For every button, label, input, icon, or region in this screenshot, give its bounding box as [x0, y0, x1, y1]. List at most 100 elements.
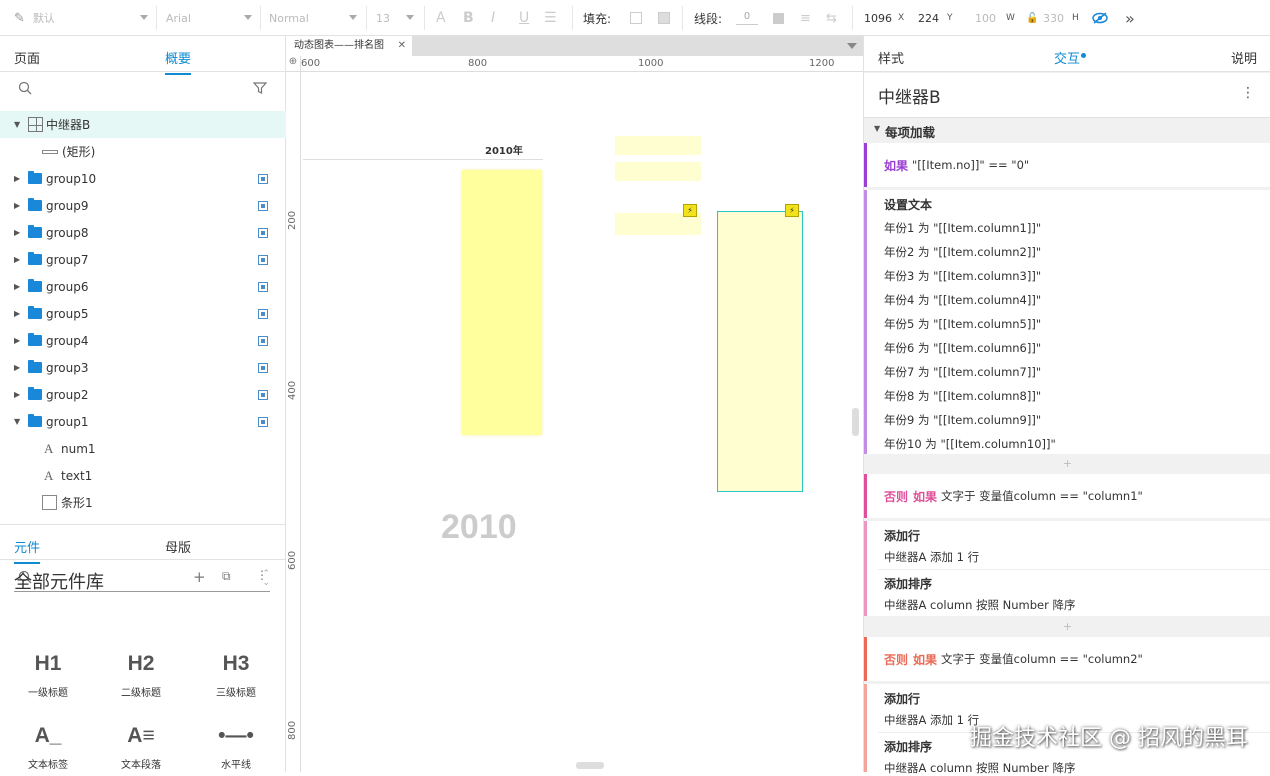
year-label[interactable]: 2010年 — [485, 142, 523, 157]
visibility-toggle[interactable] — [258, 309, 268, 319]
widget-item[interactable]: H2二级标题 — [111, 652, 171, 699]
action-line[interactable]: 年份10 为 "[[Item.column10]]" — [884, 436, 1056, 452]
tab-dropdown-icon[interactable] — [847, 43, 857, 49]
underline-button[interactable]: U — [519, 0, 529, 36]
case-3-header[interactable]: 否则 如果 文字于 变量值column == "column2" — [864, 637, 1270, 681]
caret-right-icon[interactable]: ▶ — [14, 228, 20, 237]
caret-right-icon[interactable]: ▶ — [14, 174, 20, 183]
visibility-toggle[interactable] — [258, 201, 268, 211]
caret-down-icon[interactable]: ▼ — [14, 120, 20, 129]
ruler-origin-icon[interactable]: ⊕ — [286, 56, 301, 72]
y-input[interactable]: 224Y — [918, 0, 953, 36]
action-line[interactable]: 年份2 为 "[[Item.column2]]" — [884, 244, 1041, 260]
tree-item[interactable]: ▼group1 — [0, 408, 286, 435]
tab-style[interactable]: 样式 — [878, 48, 904, 67]
horizontal-scrollbar[interactable] — [576, 762, 604, 769]
widget-item[interactable]: H3三级标题 — [206, 652, 266, 699]
action-line[interactable]: 年份3 为 "[[Item.column3]]" — [884, 268, 1041, 284]
add-case-button[interactable]: + — [864, 618, 1270, 636]
search-icon[interactable] — [18, 81, 32, 95]
tab-masters[interactable]: 母版 — [165, 537, 191, 556]
caret-right-icon[interactable]: ▶ — [14, 282, 20, 291]
caret-right-icon[interactable]: ▶ — [14, 201, 20, 210]
tree-item[interactable]: ▼中继器B — [0, 111, 286, 138]
tree-item[interactable]: ▶group5 — [0, 300, 286, 327]
widget-item[interactable]: •—•水平线 — [206, 724, 266, 771]
visibility-toggle[interactable] — [258, 363, 268, 373]
stroke-style-button[interactable]: ≡ — [800, 0, 811, 36]
tree-item[interactable]: ▶group8 — [0, 219, 286, 246]
action-line[interactable]: 年份4 为 "[[Item.column4]]" — [884, 292, 1041, 308]
tab-pages[interactable]: 页面 — [14, 48, 40, 67]
visibility-toggle[interactable] — [258, 390, 268, 400]
w-input[interactable]: 100W — [975, 0, 1015, 36]
caret-right-icon[interactable]: ▶ — [14, 255, 20, 264]
close-icon[interactable]: ✕ — [398, 36, 406, 56]
more-vertical-icon[interactable]: ⋮ — [1241, 85, 1255, 101]
event-header[interactable]: ▼ 每项加载 — [864, 117, 1270, 141]
visibility-toggle[interactable] — [258, 228, 268, 238]
bold-button[interactable]: B — [463, 0, 474, 36]
tree-item[interactable]: Atext1 — [0, 462, 286, 489]
visibility-toggle[interactable] — [258, 336, 268, 346]
h-input[interactable]: 330H — [1043, 0, 1079, 36]
visibility-toggle[interactable] — [258, 282, 268, 292]
visibility-toggle[interactable] — [258, 417, 268, 427]
action-title[interactable]: 添加行 — [884, 690, 920, 707]
action-set-text[interactable]: 设置文本 年份1 为 "[[Item.column1]]"年份2 为 "[[It… — [864, 190, 1270, 454]
tree-item[interactable]: ▶group10 — [0, 165, 286, 192]
widget-item[interactable]: A≡文本段落 — [111, 724, 171, 771]
tree-item[interactable]: ▶group9 — [0, 192, 286, 219]
lightning-icon[interactable]: ⚡ — [683, 204, 697, 217]
action-line[interactable]: 年份9 为 "[[Item.column9]]" — [884, 412, 1041, 428]
action-line[interactable]: 年份6 为 "[[Item.column6]]" — [884, 340, 1041, 356]
widget-item[interactable]: H1一级标题 — [18, 652, 78, 699]
tab-notes[interactable]: 说明 — [1231, 48, 1257, 67]
tree-item[interactable]: (矩形) — [0, 138, 286, 165]
style-dropdown[interactable]: ✎ 默认 — [14, 0, 154, 36]
case-2-header[interactable]: 否则 如果 文字于 变量值column == "column1" — [864, 474, 1270, 518]
action-title[interactable]: 添加排序 — [884, 738, 932, 755]
caret-right-icon[interactable]: ▶ — [14, 390, 20, 399]
action-line[interactable]: 年份7 为 "[[Item.column7]]" — [884, 364, 1041, 380]
stroke-width-input[interactable]: 0 — [736, 0, 758, 36]
bar-rect[interactable] — [462, 170, 542, 435]
vertical-scrollbar[interactable] — [852, 408, 859, 436]
action-line[interactable]: 中继器A column 按照 Number 降序 — [884, 597, 1076, 613]
font-dropdown[interactable]: Arial — [166, 0, 258, 36]
bar-rect-small[interactable] — [615, 136, 701, 155]
action-line[interactable]: 中继器A column 按照 Number 降序 — [884, 760, 1076, 776]
font-size-dropdown[interactable]: 13 — [376, 0, 420, 36]
x-input[interactable]: 1096X — [864, 0, 904, 36]
expand-chevrons-icon[interactable]: » — [1125, 0, 1135, 36]
tab-document[interactable]: 动态图表——排名图 ✕ — [286, 36, 412, 56]
widget-item[interactable]: A_文本标签 — [18, 724, 78, 771]
tree-item[interactable]: ▶group6 — [0, 273, 286, 300]
list-button[interactable]: ☰ — [544, 0, 557, 36]
case-1-header[interactable]: 如果 "[[Item.no]]" == "0" — [864, 143, 1270, 187]
weight-dropdown[interactable]: Normal — [269, 0, 363, 36]
visibility-toggle[interactable] — [258, 174, 268, 184]
caret-right-icon[interactable]: ▶ — [14, 363, 20, 372]
tree-item[interactable]: ▶group7 — [0, 246, 286, 273]
bar-rect-small[interactable] — [615, 162, 701, 181]
library-select[interactable]: 全部元件库 ⌃⌄ — [14, 568, 270, 592]
caret-down-icon[interactable]: ▼ — [14, 417, 20, 426]
repeater-b[interactable] — [717, 211, 803, 492]
tree-item[interactable]: Anum1 — [0, 435, 286, 462]
hidden-eye-icon[interactable] — [1092, 0, 1108, 36]
fill-color-button[interactable] — [630, 0, 642, 36]
text-color-button[interactable]: A — [436, 0, 446, 36]
action-line[interactable]: 中继器A 添加 1 行 — [884, 712, 979, 728]
italic-button[interactable]: I — [491, 0, 495, 36]
tab-widgets[interactable]: 元件 — [14, 537, 40, 556]
tree-item[interactable]: ▶group2 — [0, 381, 286, 408]
action-line[interactable]: 年份1 为 "[[Item.column1]]" — [884, 220, 1041, 236]
lightning-icon[interactable]: ⚡ — [785, 204, 799, 217]
stroke-color-button[interactable] — [773, 0, 784, 36]
action-title[interactable]: 添加行 — [884, 527, 920, 544]
action-line[interactable]: 中继器A 添加 1 行 — [884, 549, 979, 565]
caret-right-icon[interactable]: ▶ — [14, 309, 20, 318]
action-line[interactable]: 年份8 为 "[[Item.column8]]" — [884, 388, 1041, 404]
arrow-style-button[interactable]: ⇆ — [826, 0, 837, 36]
